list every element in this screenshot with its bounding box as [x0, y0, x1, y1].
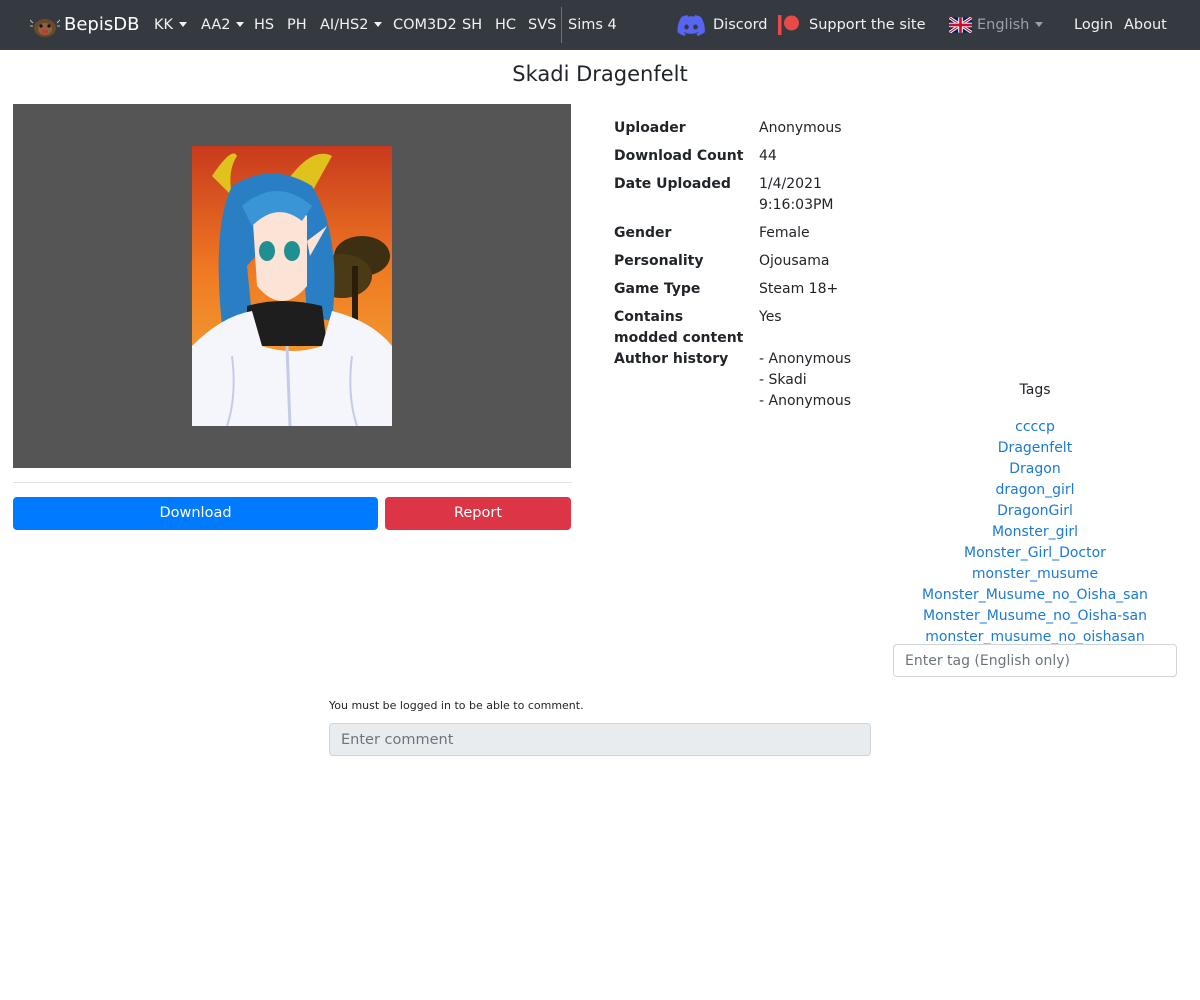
modded-label-line-1: Contains [614, 309, 684, 325]
caret-down-icon [179, 21, 188, 27]
nav-svs-link[interactable]: SVS [528, 0, 556, 50]
game-type-label: Game Type [614, 281, 701, 297]
section-divider [13, 482, 572, 483]
tag-link[interactable]: Monster_Girl_Doctor [893, 543, 1177, 564]
tag-link[interactable]: monster_musume [893, 564, 1177, 585]
nav-divider [561, 7, 562, 43]
tag-link[interactable]: dragon_girl [893, 480, 1177, 501]
download-button[interactable]: Download [13, 497, 378, 530]
tags-section: Tags ccccp Dragenfelt Dragon dragon_girl… [893, 378, 1177, 648]
character-portrait-icon [192, 146, 392, 426]
nav-aihs2-dropdown[interactable]: AI/HS2 [320, 0, 383, 50]
game-type-value: Steam 18+ [759, 281, 839, 297]
language-label: English [977, 17, 1030, 33]
page-title: Skadi Dragenfelt [512, 62, 688, 86]
nav-hc-link[interactable]: HC [495, 0, 516, 50]
modded-content-label: Contains modded content [614, 307, 754, 349]
nav-com3d2-link[interactable]: COM3D2 [393, 0, 457, 50]
author-history-list: - Anonymous - Skadi - Anonymous [759, 349, 879, 412]
personality-label: Personality [614, 253, 704, 269]
tag-link[interactable]: Monster_girl [893, 522, 1177, 543]
card-image-panel [13, 104, 571, 468]
tag-link[interactable]: Monster_Musume_no_Oisha_san [893, 585, 1177, 606]
discord-link[interactable]: Discord [713, 0, 768, 50]
uk-flag-icon [949, 17, 972, 33]
brand-logo-icon[interactable] [30, 14, 60, 38]
author-history-item: - Skadi [759, 372, 807, 388]
tag-link[interactable]: DragonGirl [893, 501, 1177, 522]
modded-label-line-2: modded content [614, 330, 744, 346]
comment-input[interactable] [329, 723, 871, 756]
tag-link[interactable]: ccccp [893, 417, 1177, 438]
time-value: 9:16:03PM [759, 197, 834, 213]
caret-down-icon [236, 21, 245, 27]
nav-aihs2-label: AI/HS2 [320, 17, 369, 33]
author-history-item: - Anonymous [759, 393, 852, 409]
tags-heading: Tags [1019, 382, 1051, 398]
patreon-icon [778, 15, 799, 35]
character-card-image[interactable] [192, 146, 392, 426]
report-button[interactable]: Report [385, 497, 571, 530]
tag-list: ccccp Dragenfelt Dragon dragon_girl Drag… [893, 417, 1177, 648]
date-uploaded-label: Date Uploaded [614, 176, 731, 192]
tag-input[interactable] [893, 644, 1177, 677]
brand-link[interactable]: BepisDB [64, 0, 139, 50]
date-uploaded-value: 1/4/2021 9:16:03PM [759, 174, 879, 216]
caret-down-icon [374, 21, 383, 27]
nav-hs-link[interactable]: HS [254, 0, 274, 50]
tag-link[interactable]: Dragon [893, 459, 1177, 480]
author-history-item: - Anonymous [759, 351, 852, 367]
about-link[interactable]: About [1124, 0, 1167, 50]
modded-content-value: Yes [759, 309, 782, 325]
nav-ph-link[interactable]: PH [287, 0, 307, 50]
personality-value: Ojousama [759, 253, 830, 269]
nav-aa2-label: AA2 [201, 17, 231, 33]
discord-icon [677, 15, 705, 36]
top-navbar: BepisDB KK AA2 HS PH AI/HS2 COM3D2 SH HC… [0, 0, 1200, 50]
download-count-label: Download Count [614, 148, 744, 164]
gender-label: Gender [614, 225, 672, 241]
nav-sh-link[interactable]: SH [462, 0, 482, 50]
gender-value: Female [759, 225, 810, 241]
author-history-label: Author history [614, 351, 729, 367]
login-link[interactable]: Login [1074, 0, 1113, 50]
nav-kk-label: KK [154, 17, 174, 33]
nav-sims4-link[interactable]: Sims 4 [568, 0, 617, 50]
uploader-label: Uploader [614, 120, 686, 136]
nav-aa2-dropdown[interactable]: AA2 [201, 0, 245, 50]
date-value: 1/4/2021 [759, 176, 822, 192]
caret-down-icon [1035, 21, 1044, 27]
download-count-value: 44 [759, 148, 777, 164]
uploader-value: Anonymous [759, 120, 842, 136]
tag-link[interactable]: Dragenfelt [893, 438, 1177, 459]
language-dropdown[interactable]: English [977, 0, 1044, 50]
tag-link[interactable]: Monster_Musume_no_Oisha-san [893, 606, 1177, 627]
nav-kk-dropdown[interactable]: KK [154, 0, 188, 50]
support-link[interactable]: Support the site [809, 0, 926, 50]
login-required-notice: You must be logged in to be able to comm… [329, 699, 584, 712]
